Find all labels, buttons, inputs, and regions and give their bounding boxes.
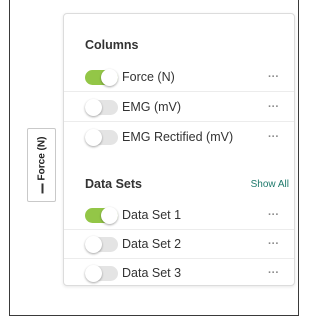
toggle-data-set-1[interactable] — [85, 206, 118, 224]
ellipsis-icon[interactable]: ··· — [268, 71, 279, 83]
dataset-label: Data Set 2 — [122, 237, 182, 251]
toggle-force[interactable] — [85, 68, 118, 86]
y-axis-column-button[interactable]: Force (N) — [27, 128, 56, 202]
column-dataset-popover: Columns Force (N) ··· EMG (mV) ··· EMG R… — [63, 13, 295, 286]
toggle-data-set-2[interactable] — [85, 235, 118, 253]
column-row-emg: EMG (mV) ··· — [64, 93, 294, 122]
toggle-emg-rectified[interactable] — [85, 128, 118, 146]
ellipsis-icon[interactable]: ··· — [268, 101, 279, 113]
show-all-link[interactable]: Show All — [251, 179, 289, 190]
column-row-force: Force (N) ··· — [64, 63, 294, 92]
series-swatch-icon — [40, 183, 43, 194]
columns-title: Columns — [85, 38, 139, 52]
data-sets-title: Data Sets — [85, 177, 142, 191]
toggle-knob — [101, 206, 118, 224]
toggle-emg[interactable] — [85, 98, 118, 116]
ellipsis-icon[interactable]: ··· — [268, 267, 279, 279]
dataset-label: Data Set 1 — [122, 208, 182, 222]
y-axis-label: Force (N) — [36, 136, 47, 181]
dataset-label: Data Set 3 — [122, 266, 182, 280]
toggle-knob — [101, 68, 118, 86]
column-label: Force (N) — [122, 70, 175, 84]
column-label: EMG (mV) — [122, 100, 182, 114]
column-label: EMG Rectified (mV) — [122, 130, 234, 144]
toggle-knob — [85, 98, 102, 116]
dataset-row-1: Data Set 1 ··· — [64, 201, 294, 230]
ellipsis-icon[interactable]: ··· — [268, 131, 279, 143]
toggle-knob — [85, 235, 102, 253]
toggle-knob — [85, 264, 102, 282]
ellipsis-icon[interactable]: ··· — [268, 209, 279, 221]
toggle-knob — [85, 128, 102, 146]
dataset-row-3: Data Set 3 ··· — [64, 259, 294, 287]
toggle-data-set-3[interactable] — [85, 264, 118, 282]
ellipsis-icon[interactable]: ··· — [268, 238, 279, 250]
column-row-emg-rectified: EMG Rectified (mV) ··· — [64, 123, 294, 151]
dataset-row-2: Data Set 2 ··· — [64, 230, 294, 259]
